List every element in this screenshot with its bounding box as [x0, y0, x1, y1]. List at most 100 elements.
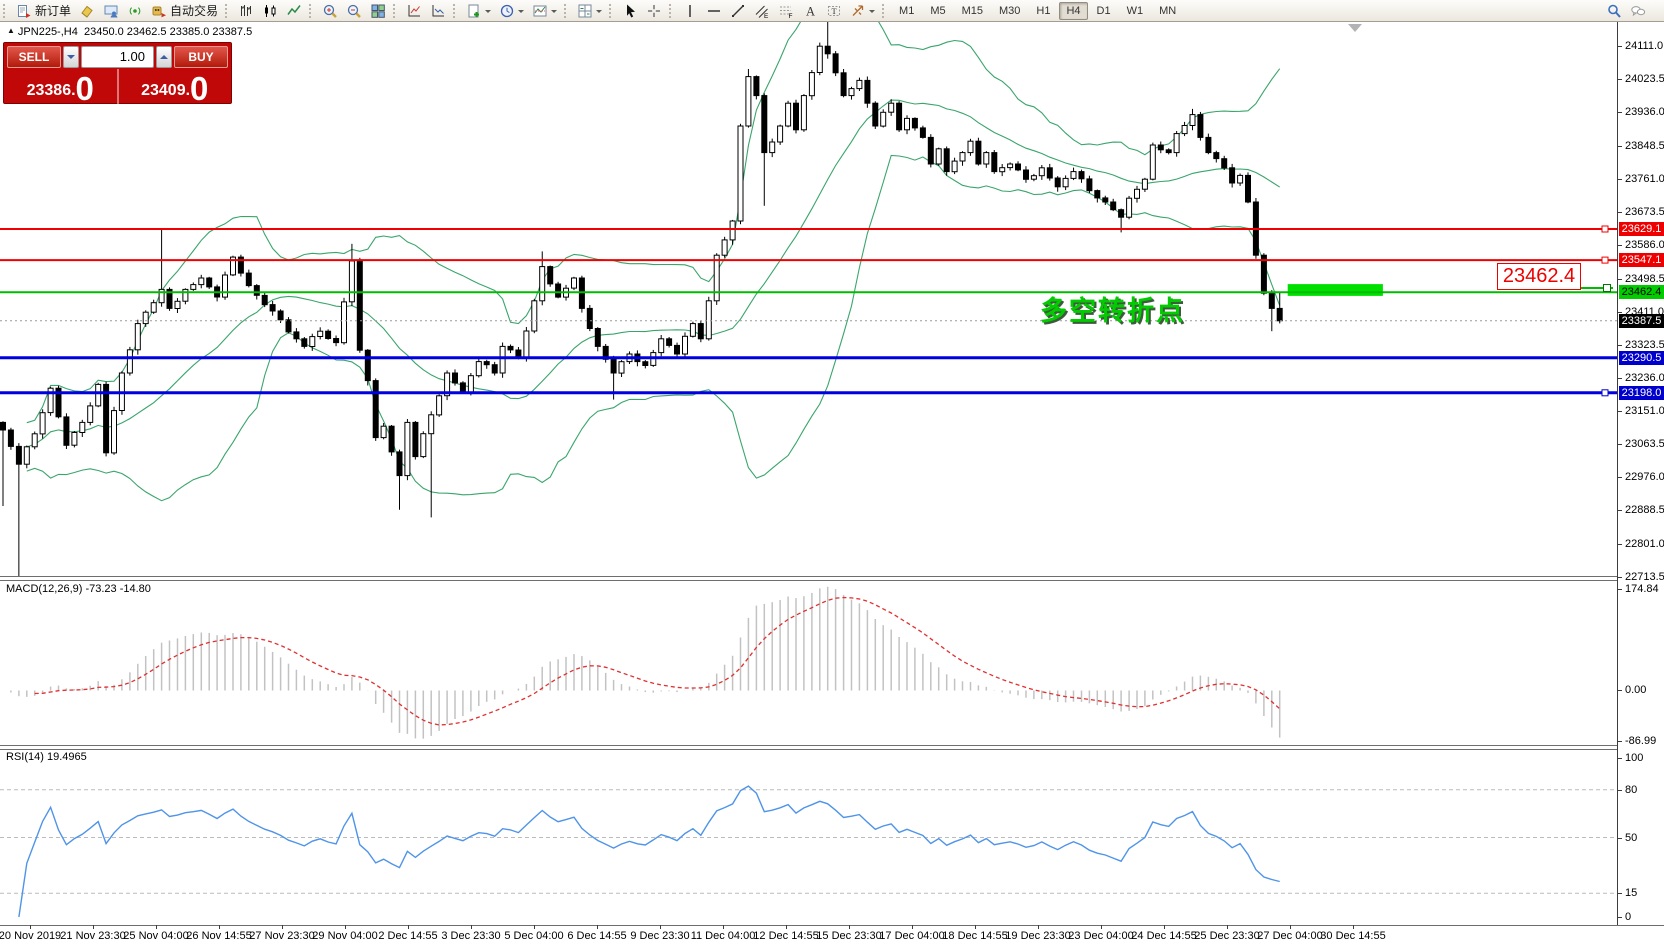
time-axis-tick: [1038, 925, 1039, 929]
zoom-in-button[interactable]: [318, 0, 342, 21]
timeframe-button-m1[interactable]: M1: [892, 2, 921, 20]
toolbar-grip[interactable]: [453, 4, 458, 18]
panel-separator[interactable]: [0, 745, 1664, 750]
timeframe-button-h1[interactable]: H1: [1029, 2, 1057, 20]
toolbar-grip[interactable]: [225, 4, 230, 18]
bar-chart-button[interactable]: [234, 0, 258, 21]
timeframe-button-h4[interactable]: H4: [1059, 2, 1087, 20]
candlestick-button[interactable]: [258, 0, 282, 21]
add-indicator-button[interactable]: [462, 0, 495, 21]
layouts-button[interactable]: [573, 0, 606, 21]
axis-tick-label: 174.84: [1625, 583, 1659, 595]
time-axis-tick: [156, 925, 157, 929]
toolbar-grip[interactable]: [882, 4, 887, 18]
periods-button[interactable]: [495, 0, 528, 21]
signal-button[interactable]: [123, 0, 147, 21]
sell-button[interactable]: SELL: [7, 46, 61, 68]
rsi-panel-canvas[interactable]: [0, 748, 1617, 925]
price-label-box: 23462.4: [1619, 285, 1664, 299]
dropdown-arrow-icon[interactable]: [551, 10, 557, 16]
chart-shift-marker-icon[interactable]: [1348, 24, 1362, 32]
templates-button[interactable]: [528, 0, 561, 21]
volume-increase-button[interactable]: [156, 46, 172, 68]
search-button[interactable]: [1602, 0, 1626, 21]
chart-text-annotation[interactable]: 多空转折点: [1040, 289, 1185, 328]
sell-price[interactable]: 23386.0: [4, 69, 117, 104]
eraser-button[interactable]: [75, 0, 99, 21]
buy-button[interactable]: BUY: [174, 46, 228, 68]
dropdown-arrow-icon[interactable]: [518, 10, 524, 16]
label-button[interactable]: T: [822, 0, 846, 21]
vertical-line-button[interactable]: [678, 0, 702, 21]
text-icon: A: [802, 3, 818, 19]
axis-tick-label: -86.99: [1625, 735, 1656, 747]
axis-tick-mark: [1618, 838, 1622, 839]
rsi-line: [19, 786, 1280, 917]
one-click-trading-panel: SELL 1.00 BUY 23386.0 23409.0: [3, 42, 232, 104]
dropdown-arrow-icon[interactable]: [485, 10, 491, 16]
dropdown-arrow-icon[interactable]: [596, 10, 602, 16]
svg-text:T: T: [832, 6, 838, 16]
axis-tick-mark: [1618, 312, 1622, 313]
spin-down-icon: [67, 55, 75, 63]
time-axis-tick: [1101, 925, 1102, 929]
axis-tick-mark: [1618, 790, 1622, 791]
timeframe-button-m5[interactable]: M5: [923, 2, 952, 20]
timeframe-button-w1[interactable]: W1: [1120, 2, 1151, 20]
zoom-out-button[interactable]: [342, 0, 366, 21]
templates-icon: [532, 3, 548, 19]
horizontal-line-button[interactable]: [702, 0, 726, 21]
tile-windows-button[interactable]: [366, 0, 390, 21]
cursor-button[interactable]: [618, 0, 642, 21]
axis-tick-label: 24023.5: [1625, 73, 1664, 85]
price-callout-box[interactable]: 23462.4: [1497, 263, 1581, 290]
autotrading-button[interactable]: 自动交易: [147, 0, 222, 21]
channel-button[interactable]: E: [750, 0, 774, 21]
volume-decrease-button[interactable]: [63, 46, 79, 68]
layouts-icon: [577, 3, 593, 19]
axis-tick-mark: [1618, 279, 1622, 280]
price-axis[interactable]: 24111.024023.523936.023848.523761.023673…: [1617, 22, 1664, 925]
time-axis-tick: [786, 925, 787, 929]
dropdown-arrow-icon[interactable]: [869, 10, 875, 16]
macd-panel-canvas[interactable]: [0, 579, 1617, 745]
timeframe-button-m15[interactable]: M15: [955, 2, 990, 20]
toolbar-grip[interactable]: [564, 4, 569, 18]
arrange-horizontal-button[interactable]: [402, 0, 426, 21]
timeframe-button-d1[interactable]: D1: [1090, 2, 1118, 20]
zoom-out-icon: [346, 3, 362, 19]
volume-input[interactable]: 1.00: [81, 46, 154, 68]
toolbar-grip[interactable]: [3, 4, 8, 18]
line-handle: [1602, 226, 1608, 232]
fibonacci-button[interactable]: F: [774, 0, 798, 21]
panel-separator[interactable]: [0, 576, 1664, 581]
toolbar-grip[interactable]: [309, 4, 314, 18]
text-button[interactable]: A: [798, 0, 822, 21]
axis-tick-mark: [1618, 510, 1622, 511]
profiles-button[interactable]: [99, 0, 123, 21]
time-axis[interactable]: 20 Nov 201921 Nov 23:3025 Nov 04:0026 No…: [0, 928, 1664, 946]
new-order-button[interactable]: 新订单: [12, 0, 75, 21]
toolbar: 新订单 自动交易 EFA T M1M5M15M30H1H4D1W1MN: [0, 0, 1664, 22]
price-label-box: 23547.1: [1619, 253, 1664, 267]
toolbar-grip[interactable]: [393, 4, 398, 18]
axis-tick-label: 23673.5: [1625, 206, 1664, 218]
toolbar-grip[interactable]: [669, 4, 674, 18]
buy-price[interactable]: 23409.0: [119, 69, 232, 104]
axis-tick-label: 22976.0: [1625, 471, 1664, 483]
arrange-vertical-button[interactable]: [426, 0, 450, 21]
add-indicator-icon: [466, 3, 482, 19]
axis-tick-mark: [1618, 411, 1622, 412]
timeframe-button-mn[interactable]: MN: [1152, 2, 1183, 20]
timeframe-button-m30[interactable]: M30: [992, 2, 1027, 20]
line-chart-button[interactable]: [282, 0, 306, 21]
trendline-button[interactable]: [726, 0, 750, 21]
chart-window: ▲JPN225-,H4 23450.0 23462.5 23385.0 2338…: [0, 0, 1664, 946]
main-chart-canvas[interactable]: [0, 22, 1617, 576]
collapse-icon[interactable]: ▲: [7, 26, 15, 35]
chat-button[interactable]: [1626, 0, 1650, 21]
toolbar-grip[interactable]: [609, 4, 614, 18]
axis-tick-mark: [1618, 179, 1622, 180]
arrows-button[interactable]: [846, 0, 879, 21]
crosshair-button[interactable]: [642, 0, 666, 21]
